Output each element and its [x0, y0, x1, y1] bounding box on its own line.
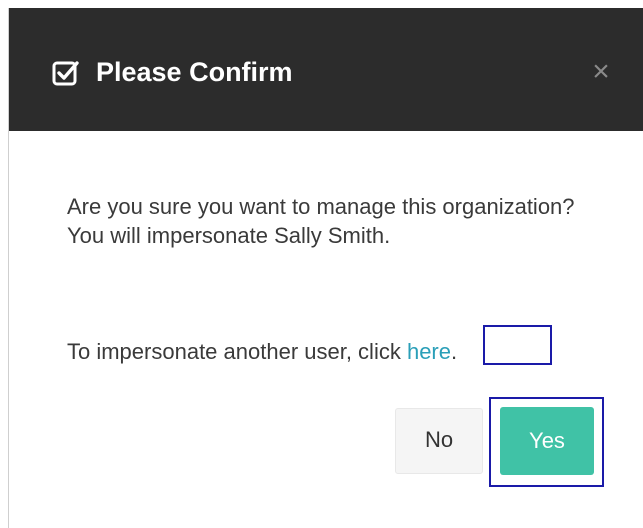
dialog-title: Please Confirm	[96, 57, 293, 87]
impersonate-other-link[interactable]: here	[407, 339, 451, 364]
close-icon[interactable]: ×	[581, 52, 621, 92]
confirm-dialog: Please Confirm × Are you sure you want t…	[8, 8, 643, 528]
no-button[interactable]: No	[395, 408, 483, 474]
impersonate-other-period: .	[451, 339, 458, 364]
here-link-highlight	[483, 325, 552, 365]
dialog-header: Please Confirm ×	[9, 8, 643, 131]
dialog-body: Are you sure you want to manage this org…	[67, 192, 587, 364]
impersonate-other-message: To impersonate another user, click here.	[67, 337, 457, 366]
yes-button[interactable]: Yes	[500, 407, 594, 475]
page: Please Confirm × Are you sure you want t…	[0, 0, 643, 528]
confirm-message: Are you sure you want to manage this org…	[67, 194, 575, 248]
check-square-icon	[52, 61, 79, 86]
impersonate-other-text: To impersonate another user, click	[67, 339, 407, 364]
